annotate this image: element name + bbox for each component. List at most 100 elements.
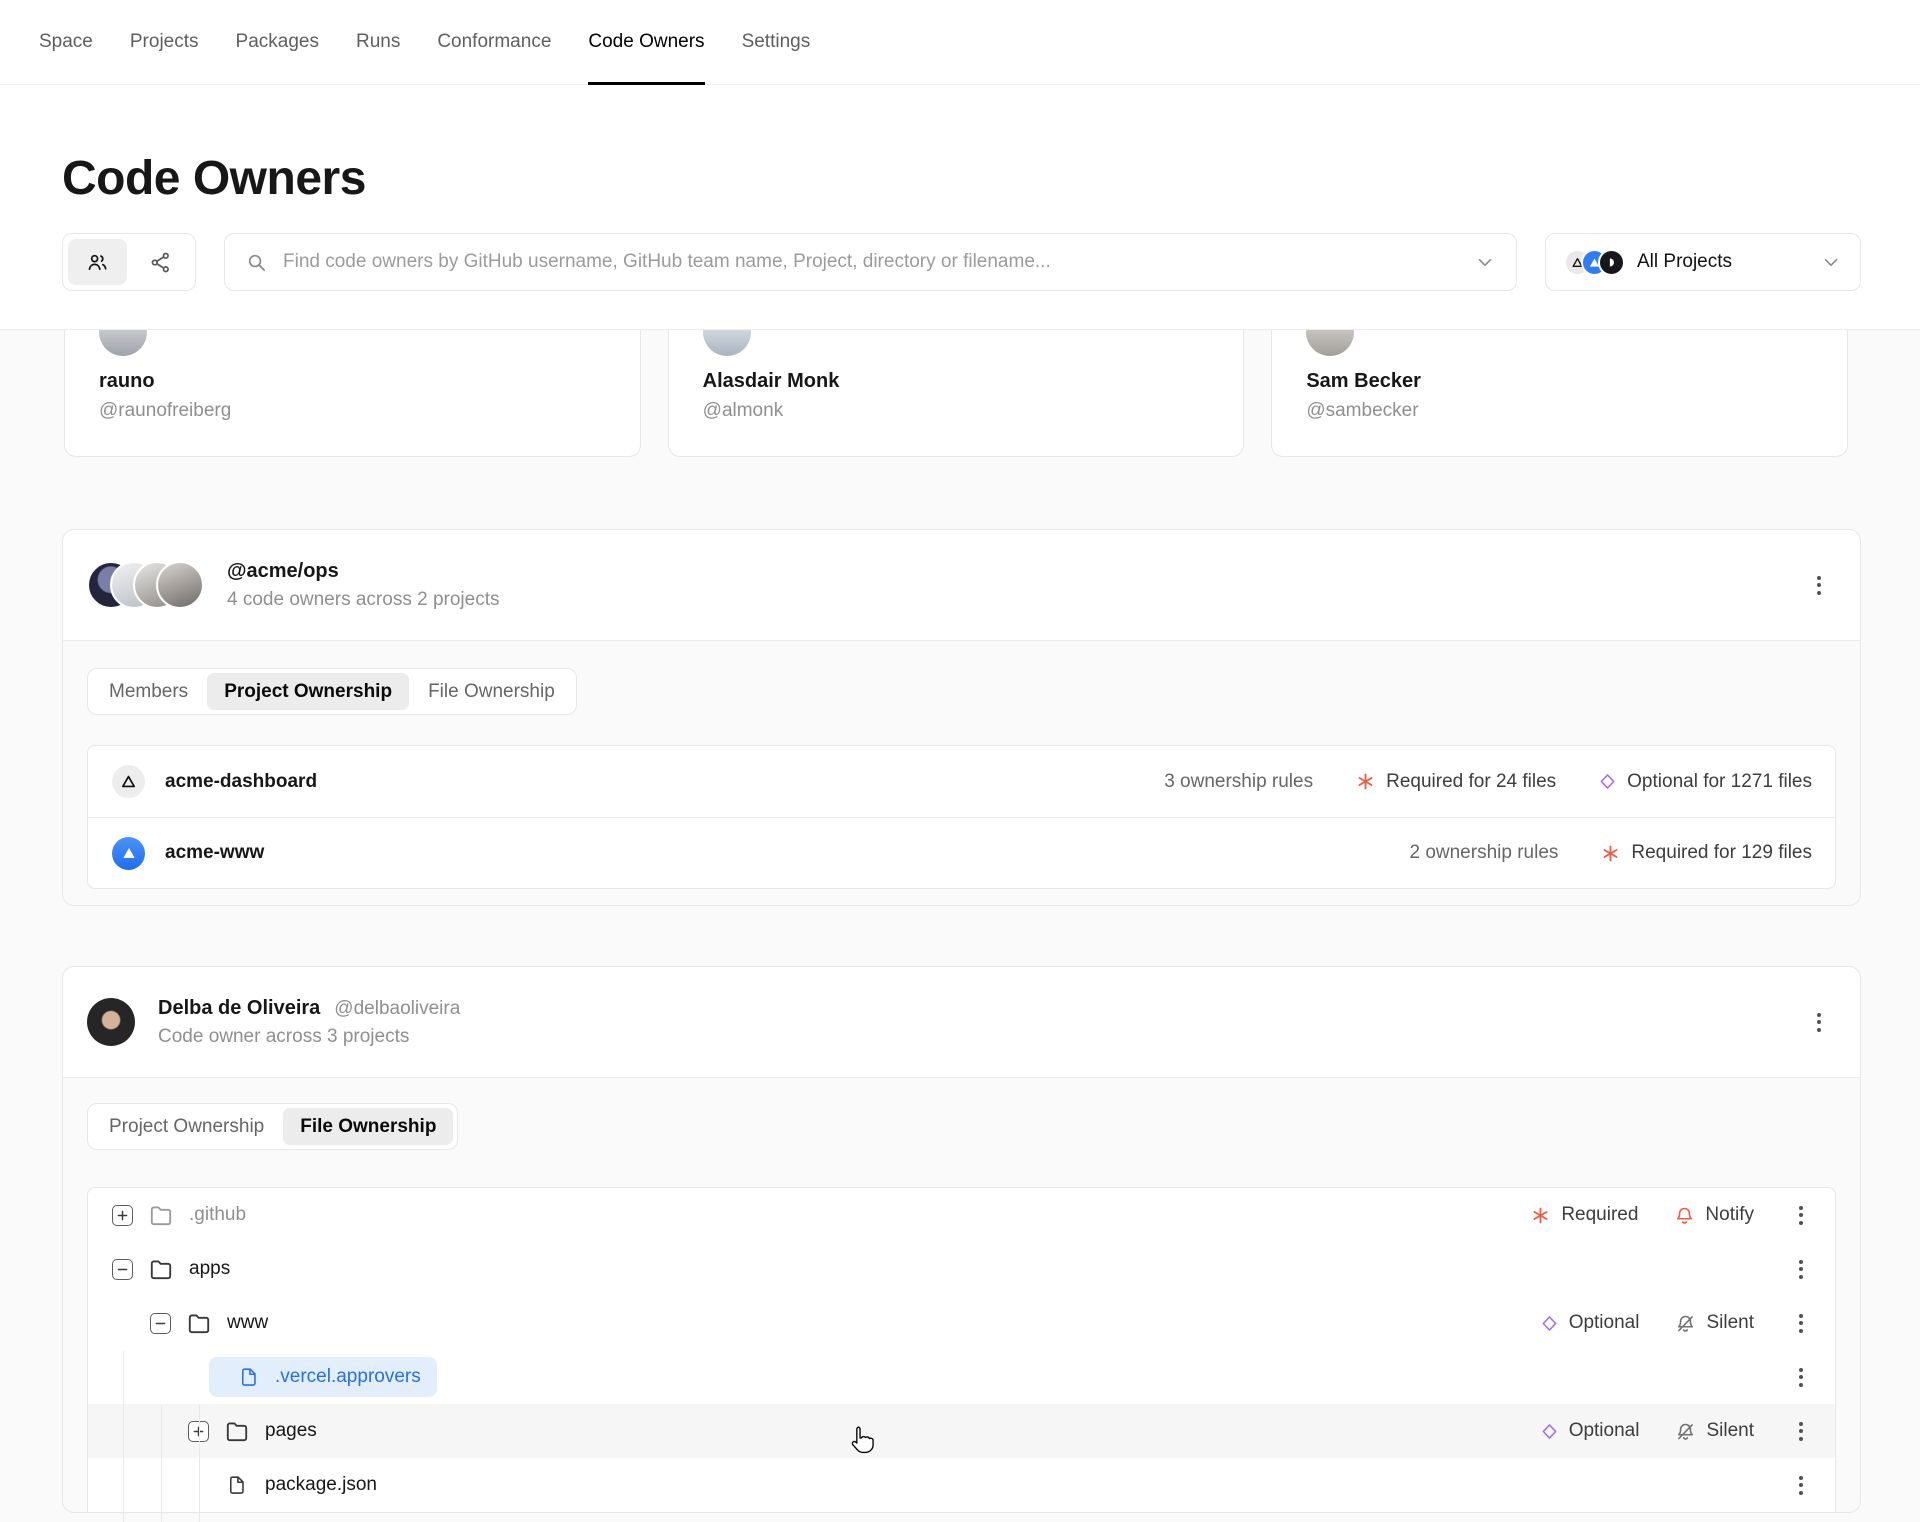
folder-icon <box>223 1418 251 1444</box>
table-row[interactable]: acme-dashboard 3 ownership rules Require… <box>88 746 1835 817</box>
tree-row[interactable]: .github Required Notify <box>88 1188 1835 1242</box>
optional-badge: Optional <box>1540 1420 1640 1442</box>
top-nav: Space Projects Packages Runs Conformance Code… <box>0 0 1920 85</box>
tab-project-ownership[interactable]: Project Ownership <box>92 1108 281 1145</box>
person-tabs: Project Ownership File Ownership <box>87 1103 459 1150</box>
triangle-logo-icon <box>112 765 145 798</box>
sticky-header: Space Projects Packages Runs Conformance Code… <box>0 0 1920 330</box>
person-subtitle: Code owner across 3 projects <box>158 1025 410 1047</box>
optional-badge: Optional <box>1540 1312 1639 1334</box>
badge-label: Notify <box>1705 1204 1754 1225</box>
file-icon <box>235 1365 263 1389</box>
selected-file-pill[interactable]: .vercel.approvers <box>209 1357 437 1397</box>
diamond-icon <box>1540 1422 1559 1441</box>
optional-badge: Optional for 1271 files <box>1598 771 1812 793</box>
owner-name: Sam Becker <box>1306 370 1421 392</box>
badge-label: Silent <box>1706 1420 1754 1441</box>
badge-label: Silent <box>1706 1312 1754 1333</box>
tab-file-ownership[interactable]: File Ownership <box>411 673 572 710</box>
tree-row[interactable]: apps <box>88 1242 1835 1296</box>
kebab-menu-icon[interactable] <box>1808 561 1830 609</box>
tree-item-name: package.json <box>265 1474 377 1495</box>
search-box <box>224 233 1517 291</box>
chevron-down-icon[interactable] <box>1474 251 1496 273</box>
asterisk-icon <box>1600 843 1621 864</box>
project-avatars <box>1564 248 1625 276</box>
team-name: @acme/ops <box>227 559 339 582</box>
diamond-icon <box>1598 772 1617 791</box>
indent-guide <box>161 1405 162 1522</box>
graph-view-toggle[interactable] <box>131 239 190 285</box>
search-input[interactable] <box>283 251 1459 273</box>
bell-slash-icon <box>1675 1313 1696 1334</box>
required-badge: Required <box>1530 1204 1638 1226</box>
badge-label: Optional <box>1568 1420 1640 1441</box>
plus-box-icon[interactable] <box>112 1204 133 1226</box>
kebab-menu-icon[interactable] <box>1790 1254 1812 1284</box>
folder-icon <box>147 1202 175 1228</box>
nav-tab-packages[interactable]: Packages <box>236 0 319 84</box>
nav-tab-runs[interactable]: Runs <box>356 0 400 84</box>
kebab-menu-icon[interactable] <box>1790 1362 1812 1392</box>
team-tabs: Members Project Ownership File Ownership <box>87 668 577 715</box>
view-toggle-group <box>62 233 196 291</box>
nav-tab-projects[interactable]: Projects <box>130 0 199 84</box>
tree-row[interactable]: .vercel.approvers <box>88 1350 1835 1404</box>
person-card: Delba de Oliveira @delbaoliveira Code ow… <box>62 966 1861 1522</box>
notify-badge: Notify <box>1674 1204 1754 1226</box>
team-card-header: @acme/ops 4 code owners across 2 project… <box>63 530 1860 640</box>
toolbar: All Projects <box>62 233 1861 291</box>
team-card-body: Members Project Ownership File Ownership a… <box>63 640 1860 905</box>
triangle-logo-icon <box>112 836 145 870</box>
owner-card[interactable]: Alasdair Monk @almonk <box>667 308 1245 457</box>
nav-tab-space[interactable]: Space <box>39 0 93 84</box>
minus-box-icon[interactable] <box>150 1312 171 1334</box>
minus-box-icon[interactable] <box>112 1258 133 1280</box>
person-username: @delbaoliveira <box>334 997 461 1019</box>
badge-label: Required for 24 files <box>1386 770 1557 792</box>
owner-name: rauno <box>99 370 155 392</box>
kebab-menu-icon[interactable] <box>1790 1470 1812 1500</box>
kebab-menu-icon[interactable] <box>1790 1416 1812 1446</box>
tab-project-ownership[interactable]: Project Ownership <box>207 673 410 710</box>
nav-tab-settings[interactable]: Settings <box>742 0 811 84</box>
bell-slash-icon <box>1675 1421 1696 1442</box>
required-badge: Required for 129 files <box>1600 842 1812 864</box>
badge-label: Optional for 1271 files <box>1627 770 1812 792</box>
team-subtitle: 4 code owners across 2 projects <box>227 588 500 610</box>
table-row[interactable]: acme-www 2 ownership rules Required for … <box>88 817 1835 888</box>
tab-members[interactable]: Members <box>92 673 205 710</box>
person-card-body: Project Ownership File Ownership .github … <box>63 1077 1860 1522</box>
bell-icon <box>1674 1205 1695 1226</box>
person-name: Delba de Oliveira <box>158 996 321 1019</box>
silent-badge: Silent <box>1675 1312 1754 1334</box>
nav-tab-conformance[interactable]: Conformance <box>437 0 551 84</box>
tree-item-name: .vercel.approvers <box>275 1366 421 1387</box>
people-view-toggle[interactable] <box>68 239 127 285</box>
owner-name: Alasdair Monk <box>702 370 840 392</box>
team-card: @acme/ops 4 code owners across 2 project… <box>62 529 1861 906</box>
tree-item-name: www <box>227 1312 269 1333</box>
kebab-menu-icon[interactable] <box>1790 1308 1812 1338</box>
owner-card[interactable]: Sam Becker @sambecker <box>1271 308 1848 457</box>
project-filter-select[interactable]: All Projects <box>1545 233 1861 291</box>
owner-username: @sambecker <box>1306 400 1419 421</box>
owner-card[interactable]: rauno @raunofreiberg <box>64 308 641 457</box>
nav-tab-code-owners[interactable]: Code Owners <box>588 0 705 85</box>
project-name: acme-dashboard <box>165 770 318 792</box>
tree-row[interactable]: www Optional Silent <box>88 1296 1835 1350</box>
tab-file-ownership[interactable]: File Ownership <box>283 1108 454 1145</box>
tree-row[interactable]: pages Optional Silent <box>88 1404 1835 1458</box>
share-graph-icon <box>149 251 172 274</box>
ownership-rules-count: 2 ownership rules <box>1409 842 1559 863</box>
required-badge: Required for 24 files <box>1355 771 1556 793</box>
search-icon <box>245 251 268 274</box>
owner-username: @almonk <box>702 400 784 421</box>
project-name: acme-www <box>165 842 265 863</box>
kebab-menu-icon[interactable] <box>1790 1200 1812 1230</box>
kebab-menu-icon[interactable] <box>1808 998 1830 1046</box>
asterisk-icon <box>1530 1205 1551 1226</box>
tree-row[interactable]: package.json <box>88 1458 1835 1512</box>
avatar <box>156 561 204 609</box>
